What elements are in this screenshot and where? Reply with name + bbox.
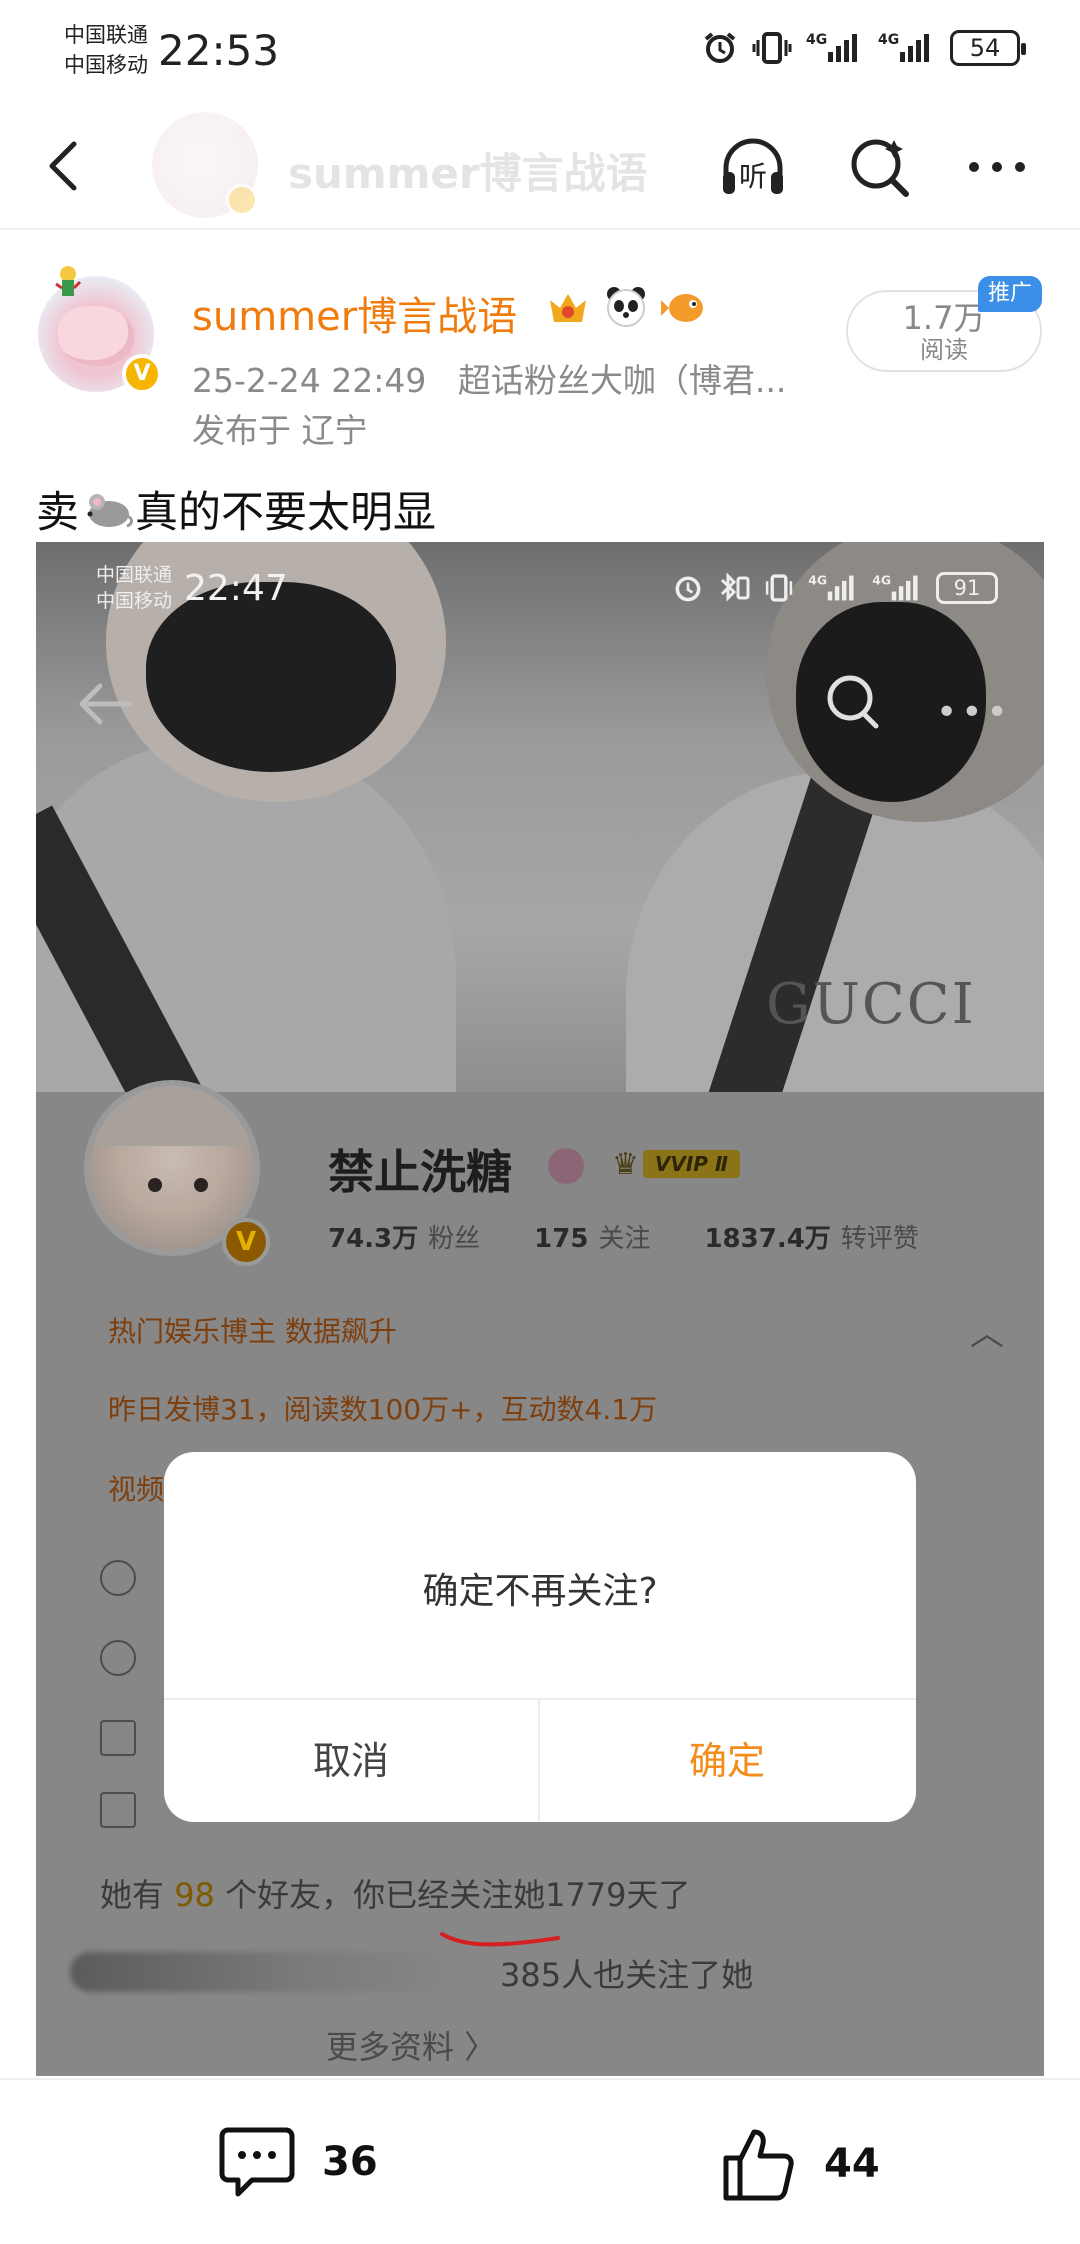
embedded-verified-icon: V xyxy=(222,1218,270,1266)
like-button[interactable]: 44 xyxy=(722,2126,880,2202)
crown-badge-icon[interactable] xyxy=(544,282,592,330)
thumbs-up-icon xyxy=(723,2129,794,2201)
author-avatar[interactable]: V xyxy=(34,262,162,394)
friends-info: 她有 98 个好友，你已经关注她1779天了 xyxy=(100,1876,691,1914)
hot-line-3: 视频 xyxy=(108,1473,165,1506)
status-icons: 4G 4G 54 xyxy=(702,30,1026,66)
svg-text:4G: 4G xyxy=(878,32,899,48)
shield-icon xyxy=(100,1560,136,1596)
dialog-message: 确定不再关注? xyxy=(422,1571,658,1612)
promo-tag: 推广 xyxy=(978,276,1042,312)
vibrate-icon xyxy=(752,32,792,64)
nav-avatar[interactable] xyxy=(152,112,258,218)
mouse-emoji-icon xyxy=(87,494,133,528)
carrier-1: 中国联通 xyxy=(64,23,148,47)
back-icon[interactable] xyxy=(36,136,96,196)
hot-detail: 昨日发博31，阅读数100万+，互动数4.1万 xyxy=(108,1393,658,1426)
panda-icon[interactable] xyxy=(602,282,650,330)
post-image[interactable]: GUCCI 中国联通 中国移动 22:47 4G 4G 91 ••• V 禁止洗… xyxy=(36,542,1044,2076)
signal-4g-icon: 4G xyxy=(808,572,854,601)
embedded-more-icon: ••• xyxy=(936,692,1012,733)
little-prince-icon xyxy=(55,266,82,296)
bluetooth-battery-icon xyxy=(720,572,750,602)
action-bar: 36 44 xyxy=(0,2078,1080,2244)
confirm-button[interactable]: 确定 xyxy=(540,1700,914,1822)
svg-text:听: 听 xyxy=(739,160,767,193)
comment-button[interactable]: 36 xyxy=(218,2126,378,2198)
carrier-names: 中国联通 中国移动 xyxy=(64,20,148,80)
embedded-status-bar: 中国联通 中国移动 22:47 4G 4G 91 xyxy=(36,542,1044,642)
verified-badge-icon xyxy=(226,184,258,216)
nav-title[interactable]: summer博言战语 xyxy=(288,140,648,201)
embedded-time: 22:47 xyxy=(184,568,288,609)
listen-icon[interactable]: 听 xyxy=(718,132,788,202)
fish-icon[interactable] xyxy=(660,282,708,330)
alarm-icon xyxy=(704,32,736,63)
hot-title: 热门娱乐博主 数据飙升 xyxy=(108,1315,397,1348)
post-text-part-2: 真的不要太明显 xyxy=(135,488,436,538)
nav-bar: summer博言战语 听 xyxy=(0,100,1080,230)
post-time: 25-2-24 22:49 xyxy=(192,361,427,400)
embedded-stats: 74.3万 粉丝 175 关注 1837.4万 转评赞 xyxy=(328,1218,919,1255)
post-location: 发布于 辽宁 xyxy=(192,411,368,450)
shirt-print: GUCCI xyxy=(766,972,976,1037)
alarm-icon xyxy=(675,576,701,602)
also-follow: 385人也关注了她 xyxy=(70,1944,1010,2004)
embedded-profile-name: 禁止洗糖 xyxy=(328,1145,512,1199)
stat-interactions: 1837.4万 转评赞 xyxy=(704,1224,919,1254)
svg-text:4G: 4G xyxy=(872,572,891,587)
svg-text:4G: 4G xyxy=(806,32,827,48)
post-text-part-1: 卖 xyxy=(36,488,79,538)
reads-label: 阅读 xyxy=(920,336,968,364)
collapse-icon: ︿ xyxy=(970,1314,1004,1354)
carrier-2: 中国移动 xyxy=(64,53,148,77)
more-info-link: 更多资料 〉 xyxy=(326,2028,497,2066)
vibrate-icon xyxy=(765,574,793,602)
embedded-pink-badge-icon xyxy=(548,1148,584,1184)
comment-icon xyxy=(219,2127,295,2197)
verified-badge-icon: V xyxy=(122,354,162,394)
embedded-carrier-1: 中国联通 xyxy=(96,564,173,586)
search-icon[interactable] xyxy=(846,132,916,202)
post-source[interactable]: 超话粉丝大咖（博君... xyxy=(458,361,786,400)
calendar-icon xyxy=(100,1792,136,1828)
signal-4g-icon: 4G xyxy=(806,32,857,62)
embedded-battery: 91 xyxy=(936,572,998,604)
stat-fans: 74.3万 粉丝 xyxy=(328,1224,481,1254)
crown-icon: ♛ xyxy=(612,1146,639,1182)
vip-label: VVIP Ⅱ xyxy=(642,1150,741,1178)
like-count: 44 xyxy=(824,2141,880,2187)
stat-following: 175 关注 xyxy=(534,1224,651,1254)
post-meta: 25-2-24 22:49 超话粉丝大咖（博君... xyxy=(192,354,786,402)
blurred-avatars xyxy=(70,1952,450,1992)
status-time: 22:53 xyxy=(158,26,280,75)
more-icon[interactable] xyxy=(962,132,1032,202)
post-text: 卖 真的不要太明显 xyxy=(36,478,436,540)
comment-count: 36 xyxy=(322,2139,378,2185)
embedded-vip-badge: ♛ VVIP Ⅱ xyxy=(612,1144,780,1184)
document-icon xyxy=(100,1720,136,1756)
signal-4g-icon-2: 4G xyxy=(872,572,918,601)
author-name[interactable]: summer博言战语 xyxy=(192,284,517,342)
svg-text:4G: 4G xyxy=(808,572,827,587)
embedded-search-icon xyxy=(827,675,879,729)
status-bar: 中国联通 中国移动 22:53 4G 4G 54 xyxy=(0,0,1080,100)
embedded-carrier-2: 中国移动 xyxy=(96,590,173,612)
author-badges xyxy=(544,282,708,330)
cancel-button[interactable]: 取消 xyxy=(164,1700,538,1822)
battery-indicator: 54 xyxy=(950,30,1026,66)
unfollow-dialog: 确定不再关注? 取消 确定 xyxy=(164,1452,916,1822)
ip-icon xyxy=(100,1640,136,1676)
signal-4g-icon-2: 4G xyxy=(878,32,929,62)
embedded-back-icon xyxy=(79,683,133,725)
embedded-status-icons: 4G 4G 91 xyxy=(672,572,998,604)
